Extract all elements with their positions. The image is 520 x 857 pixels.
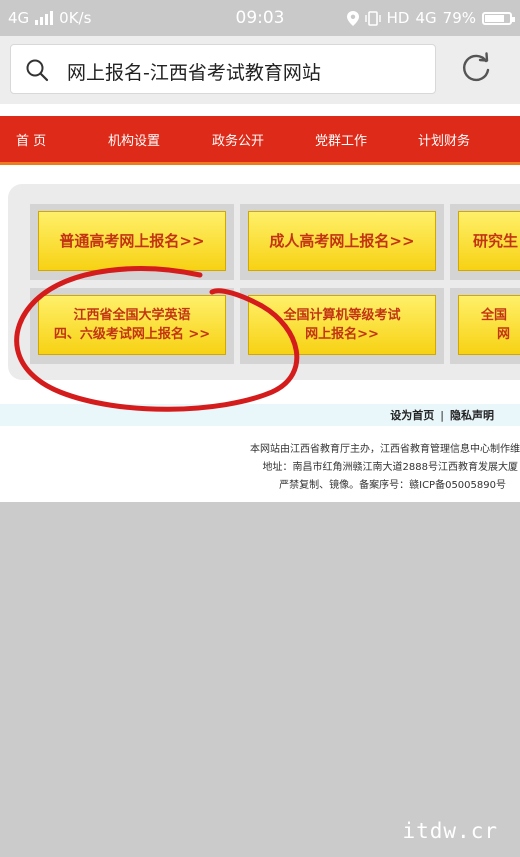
ncre-registration-button[interactable]: 全国计算机等级考试 网上报名>> — [248, 295, 436, 355]
tile-cet: 江西省全国大学英语 四、六级考试网上报名 >> — [30, 288, 234, 364]
search-icon — [26, 59, 49, 82]
third-label-line2: 网 — [497, 327, 511, 342]
ncre-label-line1: 全国计算机等级考试 — [283, 308, 401, 323]
cet-label-line2: 四、六级考试网上报名 >> — [53, 327, 211, 342]
nav-item-party[interactable]: 党群工作 — [315, 130, 367, 149]
copyright-line-1: 本网站由江西省教育厅主办，江西省教育管理信息中心制作维 — [250, 444, 520, 455]
gaokao-label: 普通高考网上报名>> — [59, 231, 205, 250]
nav-item-organization[interactable]: 机构设置 — [108, 130, 160, 149]
tile-yanjiusheng: 研究生 — [450, 204, 520, 280]
footer-separator: | — [440, 409, 444, 422]
tile-ncre: 全国计算机等级考试 网上报名>> — [240, 288, 444, 364]
web-page: 首 页 机构设置 政务公开 党群工作 计划财务 普通高考网上报名>> 成人高考网… — [0, 104, 520, 502]
copyright-line-3: 严禁复制、镜像。备案序号：赣ICP备05005890号 — [279, 480, 506, 491]
main-nav: 首 页 机构设置 政务公开 党群工作 计划财务 — [0, 116, 520, 165]
nav-item-finance[interactable]: 计划财务 — [418, 130, 470, 149]
privacy-link[interactable]: 隐私声明 — [450, 409, 494, 422]
gaokao-registration-button[interactable]: 普通高考网上报名>> — [38, 211, 226, 271]
tile-third: 全国 网 — [450, 288, 520, 364]
hd-label: HD — [386, 9, 410, 27]
nav-item-affairs[interactable]: 政务公开 — [212, 130, 264, 149]
registration-panel: 普通高考网上报名>> 成人高考网上报名>> 研究生 江西省全国大学英语 四、六级… — [8, 184, 520, 380]
battery-icon — [482, 11, 515, 25]
battery-fill — [485, 14, 504, 22]
status-bar: 4G 0K/s 09:03 HD 4G 79% — [0, 0, 520, 36]
set-homepage-link[interactable]: 设为首页 — [390, 409, 434, 422]
chengren-label: 成人高考网上报名>> — [269, 231, 415, 250]
chengren-registration-button[interactable]: 成人高考网上报名>> — [248, 211, 436, 271]
cet-label-line1: 江西省全国大学英语 — [73, 308, 191, 323]
yanjiusheng-label: 研究生 — [473, 231, 519, 250]
ncre-label-line2: 网上报名>> — [305, 327, 379, 342]
location-icon — [346, 10, 359, 26]
vibrate-icon — [364, 10, 381, 26]
status-right: HD 4G 79% — [346, 9, 515, 27]
cet-registration-button[interactable]: 江西省全国大学英语 四、六级考试网上报名 >> — [38, 295, 226, 355]
address-bar[interactable]: 网上报名-江西省考试教育网站 — [10, 44, 436, 94]
page-title: 网上报名-江西省考试教育网站 — [67, 62, 321, 84]
tile-gaokao: 普通高考网上报名>> — [30, 204, 234, 280]
net-4g-label: 4G — [415, 9, 437, 27]
copyright-line-2: 地址：南昌市红角洲赣江南大道2888号江西教育发展大厦 — [262, 462, 518, 473]
yanjiusheng-registration-button[interactable]: 研究生 — [458, 211, 520, 271]
browser-bar: 网上报名-江西省考试教育网站 — [0, 36, 520, 104]
watermark: itdw.cr — [402, 819, 498, 843]
nav-item-home[interactable]: 首 页 — [16, 130, 46, 149]
tile-chengren: 成人高考网上报名>> — [240, 204, 444, 280]
refresh-icon[interactable] — [458, 50, 494, 86]
third-registration-button[interactable]: 全国 网 — [458, 295, 520, 355]
footer-links: 设为首页 | 隐私声明 — [390, 407, 494, 423]
battery-percent: 79% — [442, 9, 476, 27]
third-label-line1: 全国 — [481, 308, 508, 323]
